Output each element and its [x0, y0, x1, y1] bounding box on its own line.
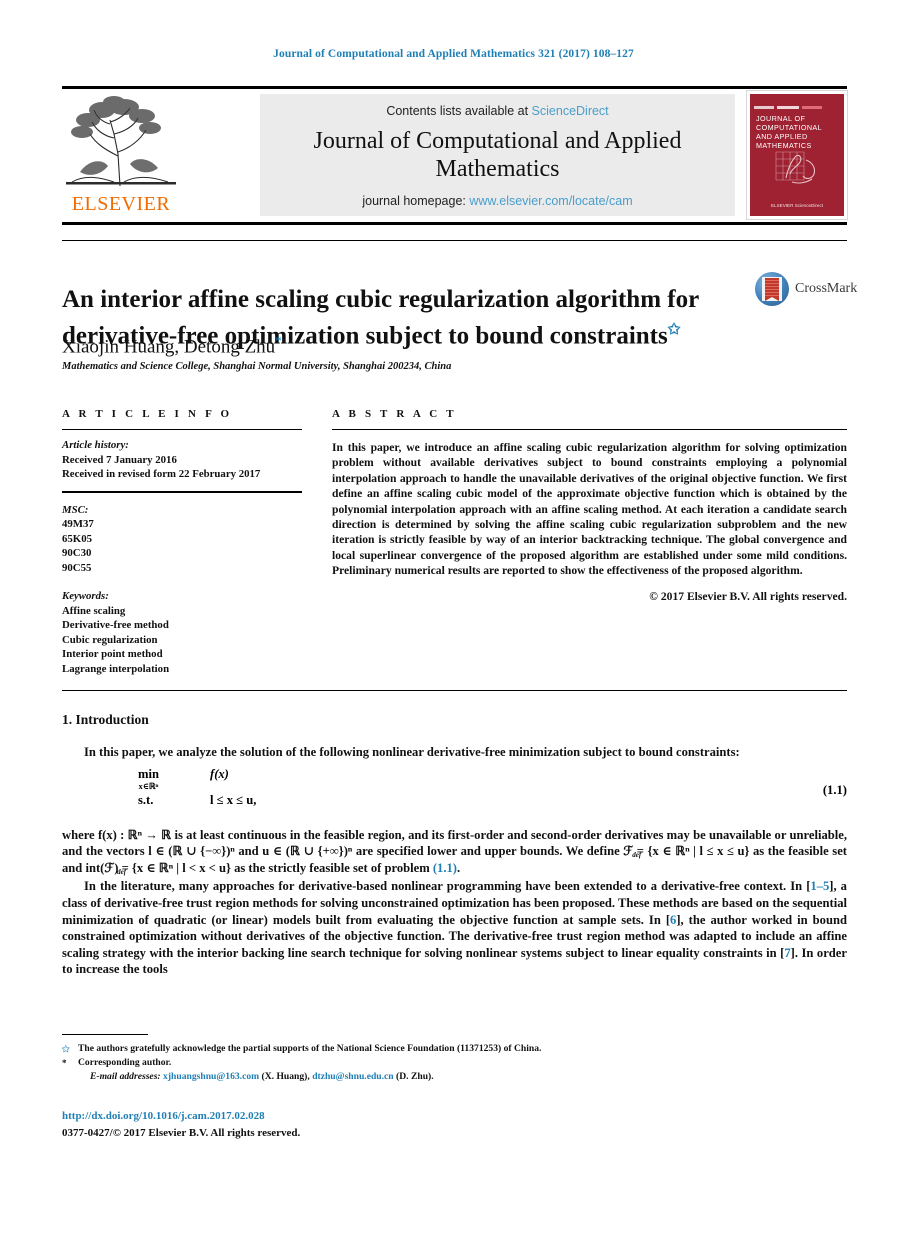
title-footnote-marker[interactable]: ✩ — [668, 322, 681, 338]
email-link-zhu[interactable]: dtzhu@shnu.edu.cn — [312, 1071, 393, 1082]
footnote-emails: E-mail addresses: xjhuangshnu@163.com (X… — [62, 1070, 847, 1084]
info-rule-2 — [62, 490, 302, 493]
elsevier-wordmark: ELSEVIER — [71, 193, 171, 215]
msc-block: MSC: 49M37 65K05 90C30 90C55 — [62, 503, 302, 576]
keyword-item: Derivative-free method — [62, 619, 169, 631]
info-rule-1 — [62, 429, 302, 430]
cover-top-bars — [754, 98, 840, 109]
journal-cover-thumbnail[interactable]: JOURNAL OF COMPUTATIONAL AND APPLIED MAT… — [746, 90, 848, 220]
email-owner-huang: (X. Huang), — [261, 1071, 310, 1082]
corresponding-author-marker[interactable]: * — [275, 333, 282, 348]
min-label: min — [138, 766, 159, 781]
paper-page: Journal of Computational and Applied Mat… — [0, 0, 907, 1238]
crossmark-label: CrossMark — [795, 281, 858, 296]
history-item: Received in revised form 22 February 201… — [62, 468, 261, 480]
msc-item: 90C30 — [62, 547, 92, 559]
elsevier-tree-icon — [66, 96, 176, 187]
homepage-line: journal homepage: www.elsevier.com/locat… — [260, 194, 735, 208]
equation-constraint: l ≤ x ≤ u, — [210, 792, 257, 807]
journal-masthead: ELSEVIER Contents lists available at Sci… — [62, 86, 848, 225]
homepage-prefix: journal homepage: — [362, 194, 466, 208]
cover-artwork-icon — [775, 151, 816, 184]
keyword-item: Affine scaling — [62, 604, 126, 617]
msc-item: 90C55 — [62, 561, 92, 574]
footnote-separator-rule — [62, 1034, 148, 1035]
equation-number: (1.1) — [822, 782, 847, 797]
equation-reference-link[interactable]: (1.1) — [433, 861, 457, 875]
keywords-label: Keywords: — [62, 590, 109, 602]
cover-title: JOURNAL OF COMPUTATIONAL AND APPLIED MAT… — [756, 114, 822, 150]
crossmark-badge[interactable]: CrossMark — [755, 272, 857, 308]
footnotes-area: ✩ The authors gratefully acknowledge the… — [62, 1042, 847, 1084]
def-tag: def — [632, 851, 642, 860]
email-owner-zhu: (D. Zhu). — [396, 1071, 434, 1082]
affiliation: Mathematics and Science College, Shangha… — [62, 361, 452, 372]
doi-link[interactable]: http://dx.doi.org/10.1016/j.cam.2017.02.… — [62, 1110, 265, 1122]
abstract-text: In this paper, we introduce an affine sc… — [332, 441, 847, 578]
contents-prefix: Contents lists available at — [386, 104, 529, 118]
msc-label: MSC: — [62, 503, 89, 516]
cover-background: JOURNAL OF COMPUTATIONAL AND APPLIED MAT… — [750, 94, 844, 216]
contents-line: Contents lists available at ScienceDirec… — [260, 104, 735, 118]
citation-link-1-5[interactable]: 1–5 — [810, 879, 829, 893]
equation-1-1: min x∈ℝⁿ s.t. f(x) l ≤ x ≤ u, (1.1) — [62, 767, 847, 819]
footnote-star-marker: ✩ — [62, 1044, 70, 1054]
equation-min-operator: min x∈ℝⁿ — [138, 767, 159, 791]
running-head: Journal of Computational and Applied Mat… — [273, 48, 634, 60]
msc-item: 65K05 — [62, 532, 92, 545]
abstract-copyright: © 2017 Elsevier B.V. All rights reserved… — [649, 589, 847, 603]
footnote-funding: ✩ The authors gratefully acknowledge the… — [62, 1042, 847, 1056]
paragraph-1: In this paper, we analyze the solution o… — [84, 745, 740, 759]
masthead-bottom-rule — [62, 222, 847, 225]
para2-lead: where — [62, 827, 98, 842]
footnote-asterisk-marker: * — [62, 1058, 67, 1068]
keyword-item: Lagrange interpolation — [62, 662, 170, 675]
elsevier-logo: ELSEVIER — [62, 94, 180, 216]
body-separator-rule — [62, 690, 847, 691]
article-info-heading: A R T I C L E I N F O — [62, 408, 233, 420]
article-info-column: A R T I C L E I N F O Article history: R… — [62, 408, 302, 676]
keyword-item: Cubic regularization — [62, 633, 158, 646]
journal-homepage-link[interactable]: www.elsevier.com/locate/cam — [469, 194, 632, 208]
cover-footer: ELSEVIER ScienceDirect — [770, 203, 824, 208]
article-body: 1. Introduction In this paper, we analyz… — [62, 712, 847, 980]
para2-math-c: = {x ∈ ℝⁿ | l < x < u} as the strictly f… — [121, 860, 433, 875]
author-names: Xiaojin Huang, Detong Zhu — [62, 336, 276, 358]
contents-box: Contents lists available at ScienceDirec… — [260, 94, 735, 216]
equation-objective: f(x) — [210, 766, 229, 781]
sciencedirect-link[interactable]: ScienceDirect — [532, 104, 609, 118]
paragraph-2: where f(x) : ℝⁿ → ℝ is at least continuo… — [62, 827, 847, 877]
email-addresses-label: E-mail addresses: — [90, 1071, 161, 1082]
history-item: Received 7 January 2016 — [62, 453, 177, 466]
crossmark-icon — [755, 272, 789, 306]
masthead-top-rule — [62, 86, 847, 89]
abstract-rule — [332, 429, 847, 430]
section-heading-introduction: 1. Introduction — [62, 712, 149, 727]
keyword-item: Interior point method — [62, 648, 163, 660]
email-link-huang[interactable]: xjhuangshnu@163.com — [163, 1071, 259, 1082]
journal-title: Journal of Computational and Applied Mat… — [313, 128, 682, 182]
abstract-heading: A B S T R A C T — [332, 408, 457, 420]
issn-copyright: 0377-0427/© 2017 Elsevier B.V. All right… — [62, 1127, 301, 1139]
title-separator-rule — [62, 240, 847, 241]
history-label: Article history: — [62, 439, 129, 451]
footnote-funding-text: The authors gratefully acknowledge the p… — [78, 1043, 542, 1054]
paragraph-3: In the literature, many approaches for d… — [62, 878, 847, 978]
footnote-corresponding-text: Corresponding author. — [78, 1057, 172, 1068]
author-list: Xiaojin Huang, Detong Zhu* — [62, 333, 282, 358]
footnote-corresponding: * Corresponding author. — [62, 1056, 847, 1070]
min-subscript: x∈ℝⁿ — [138, 781, 159, 791]
msc-item: 49M37 — [62, 518, 94, 530]
equation-subject-to: s.t. — [138, 792, 154, 807]
para3-lead: In the literature, many approaches for d… — [84, 879, 811, 894]
para2-end: . — [457, 860, 461, 875]
abstract-column: A B S T R A C T In this paper, we introd… — [332, 408, 847, 603]
keywords-block: Keywords: Affine scaling Derivative-free… — [62, 589, 302, 676]
def-tag: def — [117, 867, 127, 876]
article-history-block: Article history: Received 7 January 2016… — [62, 438, 302, 482]
